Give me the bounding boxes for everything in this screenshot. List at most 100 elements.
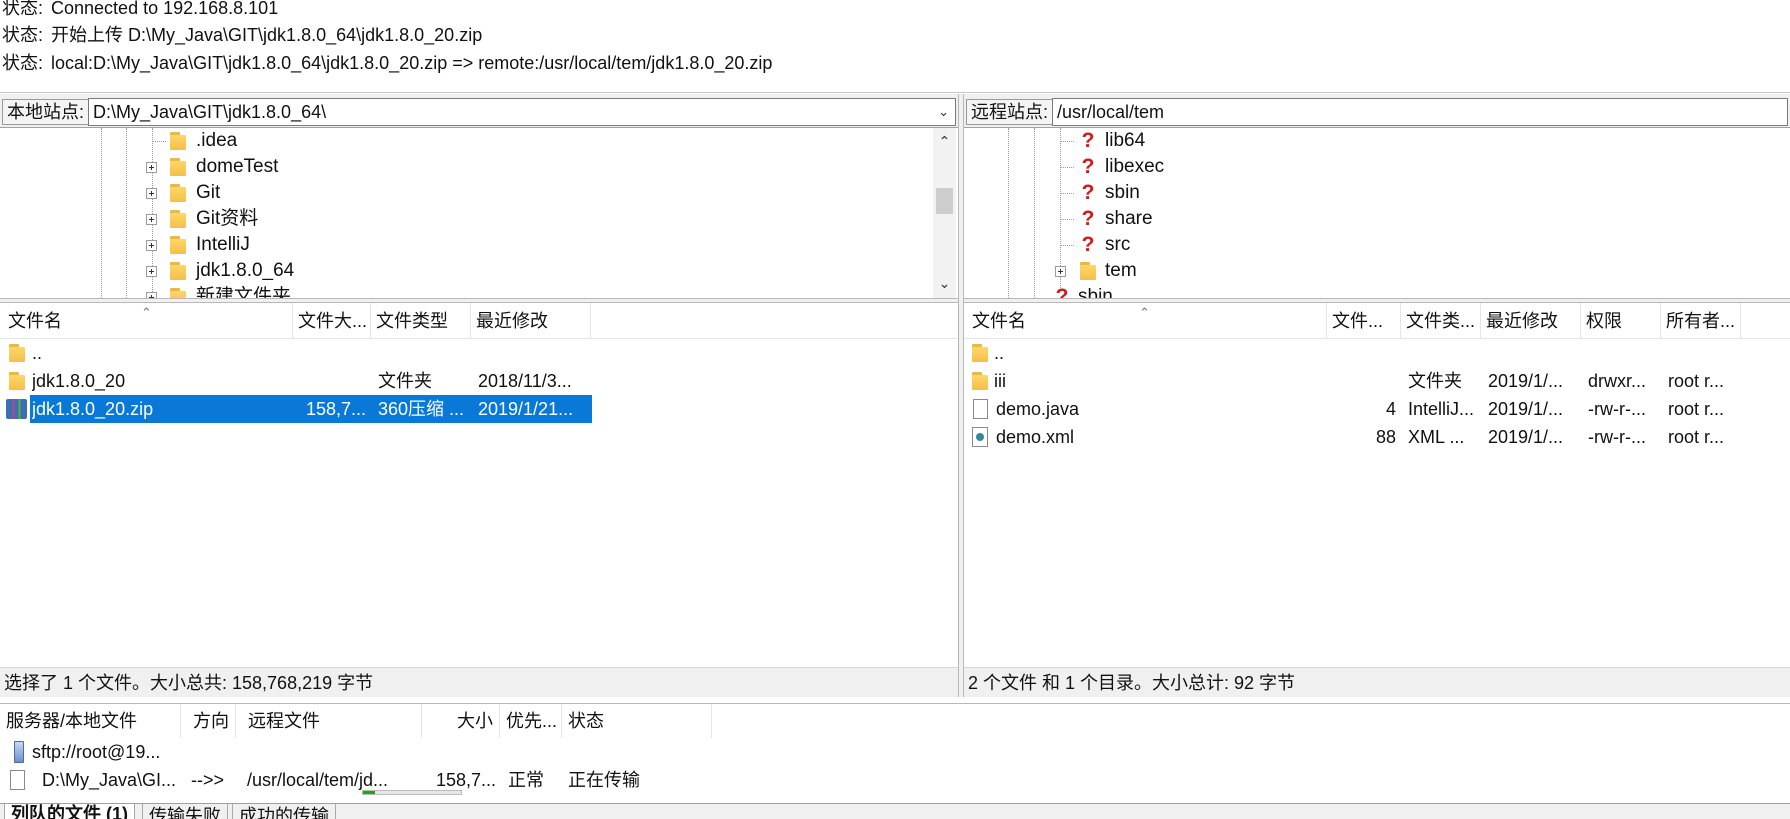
- file-type: 360压缩 ...: [378, 399, 465, 419]
- column-header-type[interactable]: 文件类...: [1401, 303, 1481, 339]
- column-header-modified[interactable]: 最近修改: [1481, 303, 1581, 339]
- queue-column-header[interactable]: 方向: [181, 704, 236, 738]
- file-permissions: -rw-r-...: [1588, 427, 1646, 447]
- file-modified: 2019/1/...: [1488, 427, 1564, 447]
- tree-item[interactable]: tem: [964, 258, 1784, 284]
- column-header-modified[interactable]: 最近修改: [471, 303, 591, 339]
- queue-column-header[interactable]: 优先...: [500, 704, 562, 738]
- tab-queued-files[interactable]: 列队的文件 (1): [4, 804, 135, 819]
- file-row[interactable]: ..: [964, 339, 1790, 367]
- status-label: 状态:: [2, 25, 44, 45]
- expand-icon[interactable]: [146, 188, 157, 199]
- expand-icon[interactable]: [146, 162, 157, 173]
- tree-item[interactable]: IntelliJ: [0, 232, 930, 258]
- scroll-thumb[interactable]: [936, 188, 953, 214]
- file-row[interactable]: jdk1.8.0_20 文件夹 2018/11/3...: [0, 367, 958, 395]
- column-header-size[interactable]: 文件...: [1327, 303, 1401, 339]
- vertical-splitter[interactable]: [958, 94, 964, 697]
- local-file-list[interactable]: 文件名 ⌃ 文件大... 文件类型 最近修改 .. jdk1.8.0_20 文件…: [0, 303, 958, 667]
- transfer-queue[interactable]: 服务器/本地文件 方向 远程文件 大小 优先... 状态 sftp://root…: [0, 703, 1790, 803]
- file-permissions: -rw-r-...: [1588, 399, 1646, 419]
- file-name: jdk1.8.0_20: [32, 371, 126, 391]
- queue-column-label: 优先...: [506, 711, 558, 731]
- server-icon: [14, 741, 24, 763]
- zip-archive-icon: [6, 399, 27, 419]
- file-row-selected[interactable]: jdk1.8.0_20.zip 158,7... 360压缩 ... 2019/…: [0, 395, 958, 423]
- queue-column-label: 大小: [457, 711, 493, 731]
- remote-folder-tree[interactable]: ? lib64 ? libexec ? sbin ? share ? src t…: [964, 128, 1790, 298]
- document-icon: [973, 399, 988, 419]
- tree-item[interactable]: ? sbin: [964, 180, 1784, 206]
- expand-icon[interactable]: [146, 214, 157, 225]
- tree-item[interactable]: .idea: [0, 128, 930, 154]
- local-list-status: 选择了 1 个文件。大小总共: 158,768,219 字节: [0, 667, 958, 697]
- tree-item[interactable]: Git: [0, 180, 930, 206]
- file-row[interactable]: demo.xml 88 XML ... 2019/1/... -rw-r-...…: [964, 423, 1790, 451]
- folder-icon: [170, 132, 186, 150]
- expand-icon[interactable]: [146, 266, 157, 277]
- file-row[interactable]: demo.java 4 IntelliJ... 2019/1/... -rw-r…: [964, 395, 1790, 423]
- column-header-filename[interactable]: 文件名 ⌃: [967, 303, 1327, 339]
- local-path-combobox[interactable]: D:\My_Java\GIT\jdk1.8.0_64\ ⌄: [88, 98, 956, 126]
- queue-column-label: 状态: [568, 711, 604, 731]
- column-header-label: 文件名: [8, 311, 62, 331]
- local-folder-tree[interactable]: .idea domeTest Git Git资料 IntelliJ jdk1.8…: [0, 128, 958, 298]
- tree-item[interactable]: domeTest: [0, 154, 930, 180]
- chevron-down-icon[interactable]: ⌄: [938, 99, 949, 125]
- tree-item-label: lib64: [1105, 130, 1146, 151]
- scroll-down-icon[interactable]: ⌄: [933, 272, 956, 295]
- local-tree-scrollbar[interactable]: ⌃ ⌄: [933, 128, 956, 298]
- status-log: 状态: Connected to 192.168.8.101 状态: 开始上传 D:…: [0, 0, 1790, 93]
- folder-icon: [9, 344, 25, 362]
- expand-icon[interactable]: [146, 240, 157, 251]
- file-modified: 2019/1/...: [1488, 371, 1564, 391]
- remote-list-status: 2 个文件 和 1 个目录。大小总计: 92 字节: [964, 667, 1790, 697]
- tree-item[interactable]: jdk1.8.0_64: [0, 258, 930, 284]
- tree-item[interactable]: ? src: [964, 232, 1784, 258]
- tree-item[interactable]: Git资料: [0, 206, 930, 232]
- tree-item[interactable]: ? libexec: [964, 154, 1784, 180]
- tree-item-label: 新建文件夹: [196, 286, 292, 298]
- remote-path-combobox[interactable]: /usr/local/tem: [1052, 98, 1788, 126]
- local-path-value: D:\My_Java\GIT\jdk1.8.0_64\: [93, 102, 327, 122]
- tree-item[interactable]: ? sbin: [964, 284, 1784, 299]
- status-label: 状态:: [2, 53, 44, 73]
- file-size: 4: [1385, 399, 1396, 419]
- remote-site-label: 远程站点:: [966, 99, 1054, 125]
- tree-branch-line: [1060, 245, 1074, 246]
- queue-column-header[interactable]: 状态: [562, 704, 712, 738]
- column-header-owner[interactable]: 所有者...: [1661, 303, 1741, 339]
- tree-item-label: Git: [196, 182, 221, 203]
- column-header-label: 文件...: [1332, 311, 1384, 331]
- queue-server: sftp://root@19...: [32, 742, 161, 762]
- remote-file-list[interactable]: 文件名 ⌃ 文件... 文件类... 最近修改 权限 所有者... .. iii…: [964, 303, 1790, 667]
- queue-transfer-row[interactable]: D:\My_Java\GI... -->> /usr/local/tem/jd.…: [0, 766, 1790, 795]
- folder-icon: [170, 288, 186, 298]
- column-header-label: 文件类...: [1406, 311, 1476, 331]
- sort-ascending-icon: ⌃: [141, 305, 152, 320]
- scroll-up-icon[interactable]: ⌃: [933, 130, 956, 153]
- question-icon: ?: [1081, 233, 1095, 256]
- file-type: 文件夹: [1408, 371, 1462, 391]
- column-header-size[interactable]: 文件大...: [293, 303, 371, 339]
- tree-item[interactable]: ? lib64: [964, 128, 1784, 154]
- column-header-type[interactable]: 文件类型: [371, 303, 471, 339]
- file-row[interactable]: ..: [0, 339, 958, 367]
- queue-column-header[interactable]: 服务器/本地文件: [0, 704, 181, 738]
- status-label: 状态:: [2, 0, 44, 18]
- tab-successful-transfers[interactable]: 成功的传输: [232, 804, 336, 819]
- expand-icon[interactable]: [1055, 266, 1066, 277]
- tree-item-label: .idea: [196, 130, 238, 151]
- column-header-permissions[interactable]: 权限: [1581, 303, 1661, 339]
- queue-column-header[interactable]: 大小: [422, 704, 500, 738]
- tree-item[interactable]: ? share: [964, 206, 1784, 232]
- tree-item[interactable]: 新建文件夹: [0, 284, 930, 298]
- local-site-bar: 本地站点: D:\My_Java\GIT\jdk1.8.0_64\ ⌄: [0, 94, 958, 128]
- status-line: 状态: local:D:\My_Java\GIT\jdk1.8.0_64\jdk1…: [2, 47, 772, 79]
- queue-column-header[interactable]: 远程文件: [236, 704, 422, 738]
- queue-server-row[interactable]: sftp://root@19...: [0, 738, 1790, 766]
- file-row[interactable]: iii 文件夹 2019/1/... drwxr... root r...: [964, 367, 1790, 395]
- queue-direction: -->>: [191, 770, 225, 790]
- column-header-filename[interactable]: 文件名 ⌃: [3, 303, 293, 339]
- tab-failed-transfers[interactable]: 传输失败: [142, 804, 228, 819]
